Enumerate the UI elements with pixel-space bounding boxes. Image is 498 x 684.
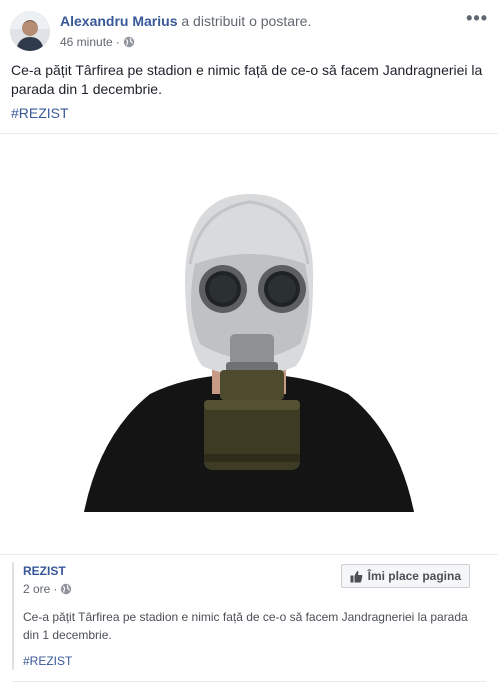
like-page-label: Îmi place pagina [367,569,461,583]
like-page-button[interactable]: Îmi place pagina [340,564,470,588]
thumbs-up-icon [350,570,362,582]
post-timestamp[interactable]: 46 minute [60,35,113,49]
globe-icon [123,36,134,48]
author-name[interactable]: Alexandru Marius [60,13,177,29]
author-line: Alexandru Marius a distribuit o postare. [60,13,311,29]
globe-icon [61,583,72,595]
avatar-image [10,11,50,51]
shared-timestamp[interactable]: 2 ore [23,582,50,596]
avatar[interactable] [10,11,50,51]
shared-text: Ce-a pățit Târfirea pe stadion e nimic f… [23,610,468,642]
feed-post: Alexandru Marius a distribuit o postare.… [0,0,498,684]
post-meta: 46 minute · [60,35,135,49]
shared-hashtag[interactable]: #REZIST [23,654,72,668]
shared-meta: 2 ore · [23,582,72,596]
post-text: Ce-a pățit Târfirea pe stadion e nimic f… [11,62,483,97]
more-options-icon[interactable]: ••• [466,8,488,29]
meta-separator: · [115,35,120,49]
meta-separator: · [53,582,58,596]
post-hashtag[interactable]: #REZIST [11,105,69,121]
post-image[interactable] [0,133,498,555]
shared-post: REZIST 2 ore · Îmi place pagina Ce-a păț… [12,562,488,670]
divider [12,681,486,682]
author-action: a distribuit o postare. [181,13,312,29]
gas-mask-photo [84,194,414,512]
shared-page-name[interactable]: REZIST [23,564,66,578]
